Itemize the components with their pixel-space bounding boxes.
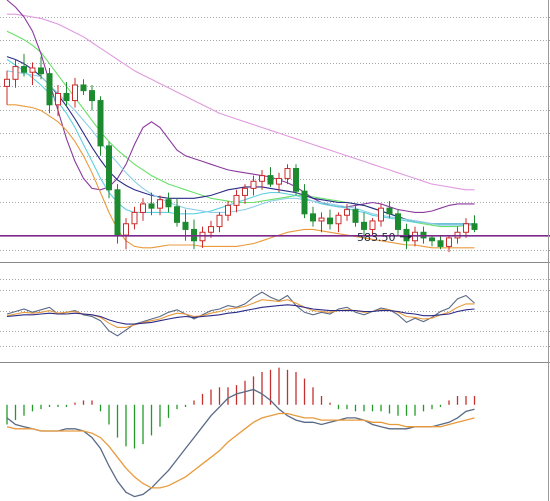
candle-down <box>174 206 180 223</box>
candle-down <box>63 92 70 102</box>
candle-down <box>301 190 308 215</box>
price-panel: 583.50 <box>0 0 550 263</box>
macd-panel <box>6 367 476 498</box>
candle-up <box>12 66 19 80</box>
candle-down <box>106 145 112 191</box>
candle-up <box>242 187 248 196</box>
candle-down <box>114 189 121 236</box>
candle-up <box>225 204 231 216</box>
candle-down <box>437 240 444 247</box>
candle-up <box>157 199 163 209</box>
moving-average-line-orange <box>7 104 475 249</box>
candle-up <box>4 78 10 87</box>
candle-down <box>165 199 172 208</box>
candle-down <box>89 90 95 102</box>
candle-up <box>276 177 282 185</box>
macd-signal-line-orange <box>6 412 475 489</box>
candle-up <box>284 168 291 179</box>
candle-down <box>267 175 274 185</box>
moving-average-line-cyan <box>6 59 475 225</box>
candle-down <box>361 221 367 230</box>
candle-up <box>131 211 138 225</box>
candle-up <box>250 180 257 189</box>
upper-band-line <box>6 30 475 228</box>
price-annotation-label: 583.50 <box>357 231 396 244</box>
candle-down <box>148 203 155 209</box>
candle-up <box>208 226 214 233</box>
stock-chart: 583.50 <box>0 0 550 501</box>
candle-up <box>344 209 350 216</box>
lower-band-line <box>6 0 475 213</box>
candle-down <box>429 237 435 242</box>
candle-up <box>123 223 129 236</box>
candle-down <box>38 67 44 75</box>
candle-up <box>369 220 376 230</box>
candle-up <box>259 175 265 182</box>
oscillator-line-grey <box>6 291 475 337</box>
candle-down <box>80 84 87 92</box>
candle-up <box>72 84 78 102</box>
candle-down <box>97 100 104 147</box>
candle-down <box>21 66 27 73</box>
candle-up <box>378 207 384 222</box>
macd-line-grey <box>6 388 475 498</box>
candle-up <box>446 237 452 247</box>
candle-down <box>46 73 53 106</box>
candle-up <box>140 203 146 213</box>
candle-down <box>352 209 359 223</box>
candle-down <box>293 168 299 192</box>
candle-down <box>182 221 189 230</box>
oscillator-panel <box>0 279 550 363</box>
candle-up <box>335 214 342 225</box>
candle-down <box>310 213 316 222</box>
candle-up <box>55 92 61 106</box>
candle-down <box>471 223 478 230</box>
candle-up <box>463 223 469 233</box>
candle-down <box>327 217 333 225</box>
moving-average-line-navy <box>6 56 475 225</box>
candle-up <box>29 67 36 73</box>
candle-up <box>233 194 240 206</box>
candle-down <box>386 207 393 215</box>
candle-down <box>395 213 401 230</box>
candle-up <box>216 214 223 228</box>
candle-up <box>318 217 325 222</box>
